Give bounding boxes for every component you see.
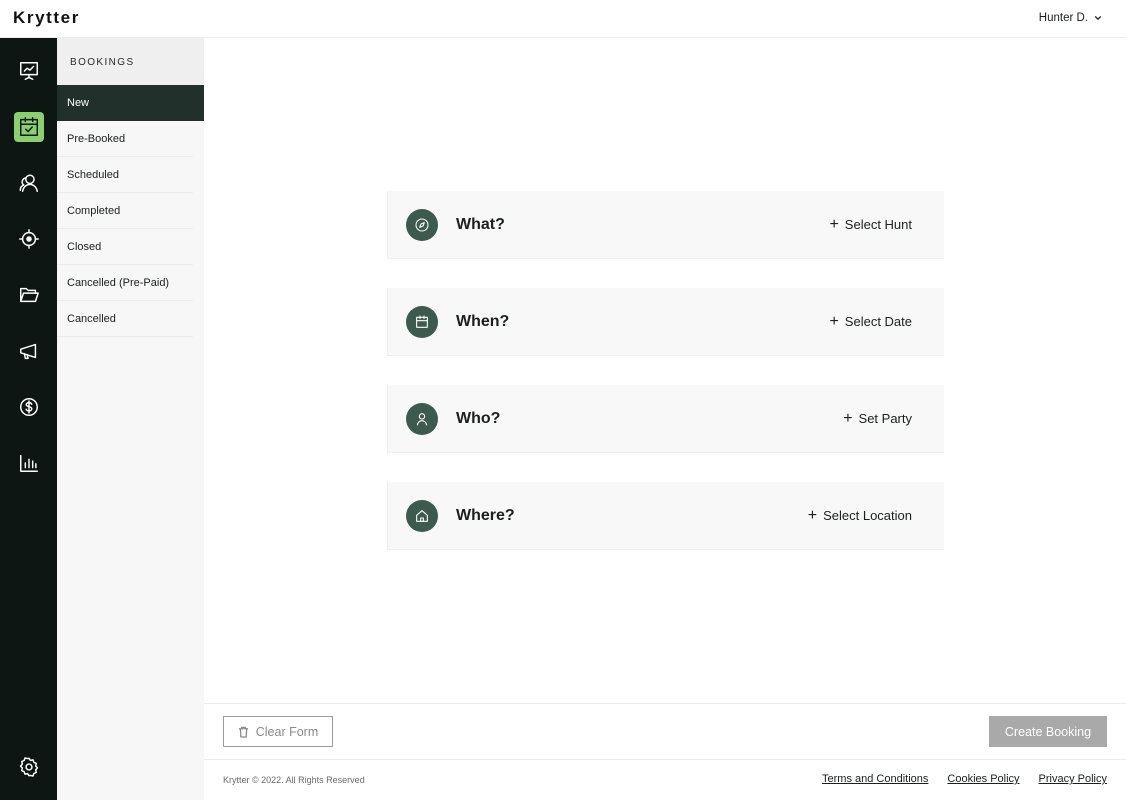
top-bar: Krytter Hunter D. [0,0,1126,38]
subnav-item-closed[interactable]: Closed [57,229,193,265]
calendar-icon [416,315,428,328]
dollar-icon [20,398,38,416]
icon-rail [0,38,57,800]
where-section: Where? + Select Location [387,482,944,550]
subnav-heading: BOOKINGS [57,38,204,85]
user-menu[interactable]: Hunter D. [1039,12,1102,24]
person-icon [416,413,428,426]
clear-form-label: Clear Form [255,724,319,739]
chevron-down-icon [1094,16,1102,21]
where-title: Where? [456,507,515,524]
clear-form-button[interactable]: Clear Form [223,716,333,747]
rail-item-reports[interactable] [14,448,44,478]
subnav-item-completed[interactable]: Completed [57,193,193,229]
when-section: When? + Select Date [387,288,944,356]
form-action-bar: Clear Form Create Booking [204,703,1126,760]
rail-item-settings[interactable] [14,752,44,782]
app-logo[interactable]: Krytter [13,8,80,28]
select-location-button[interactable]: + Select Location [807,507,912,524]
compass-icon [415,218,429,232]
plus-icon: + [807,507,818,524]
who-title: Who? [456,410,501,427]
what-title: What? [456,216,505,233]
gear-icon [19,757,39,777]
plus-icon: + [843,410,853,427]
bar-chart-icon [20,454,38,472]
copyright-text: Krytter © 2022. All Rights Reserved [223,775,365,785]
user-name: Hunter D. [1038,12,1088,24]
calendar-check-icon [20,117,38,136]
when-title: When? [456,313,510,330]
folder-open-icon [20,287,39,303]
rail-item-marketing[interactable] [14,336,44,366]
when-icon-badge [406,306,438,338]
select-date-label: Select Date [844,314,912,329]
who-icon-badge [406,403,438,435]
rail-item-payments[interactable] [14,392,44,422]
select-hunt-label: Select Hunt [844,217,912,232]
set-party-label: Set Party [858,411,912,426]
terms-link[interactable]: Terms and Conditions [822,773,928,785]
where-icon-badge [406,500,438,532]
what-section: What? + Select Hunt [387,191,944,259]
footer-links: Terms and Conditions Cookies Policy Priv… [822,773,1107,785]
create-booking-button[interactable]: Create Booking [989,716,1107,747]
subnav-item-new[interactable]: New [57,85,204,121]
presentation-chart-icon [20,62,38,80]
select-date-button[interactable]: + Select Date [829,313,912,330]
megaphone-icon [20,343,37,360]
trash-icon [238,726,248,738]
footer: Krytter © 2022. All Rights Reserved Term… [204,760,1126,800]
who-section: Who? + Set Party [387,385,944,453]
what-icon-badge [406,209,438,241]
select-hunt-button[interactable]: + Select Hunt [829,216,912,233]
users-icon [19,174,38,192]
privacy-policy-link[interactable]: Privacy Policy [1039,773,1107,785]
home-icon [416,510,428,522]
subnav-item-cancelled[interactable]: Cancelled [57,301,193,337]
rail-item-dashboard[interactable] [14,56,44,86]
set-party-button[interactable]: + Set Party [843,410,912,427]
subnav-item-cancelled-pre-paid[interactable]: Cancelled (Pre-Paid) [57,265,193,301]
plus-icon: + [829,216,839,233]
cookies-policy-link[interactable]: Cookies Policy [947,773,1019,785]
rail-item-hunts[interactable] [14,224,44,254]
rail-item-bookings[interactable] [14,112,44,142]
subnav-item-pre-booked[interactable]: Pre-Booked [57,121,193,157]
crosshair-icon [19,229,39,249]
bookings-subnav: BOOKINGS New Pre-Booked Scheduled Comple… [57,38,204,800]
plus-icon: + [829,313,839,330]
booking-form: What? + Select Hunt When? + Select Date … [204,38,1126,703]
rail-item-customers[interactable] [14,168,44,198]
subnav-item-scheduled[interactable]: Scheduled [57,157,193,193]
rail-item-documents[interactable] [14,280,44,310]
select-location-label: Select Location [823,508,912,523]
